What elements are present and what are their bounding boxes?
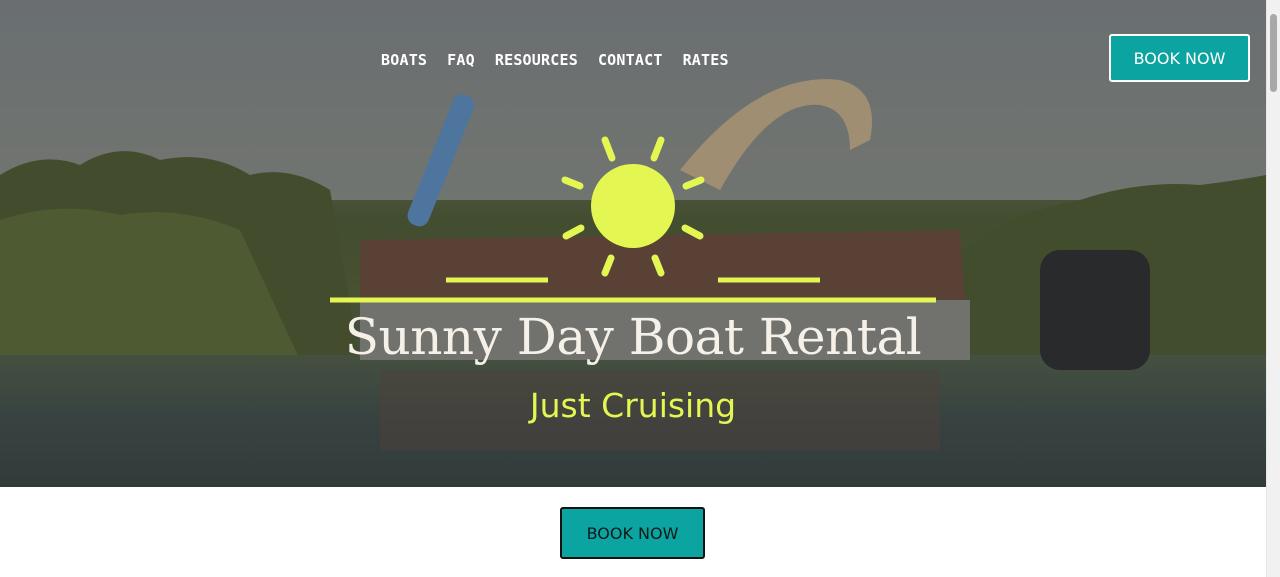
nav-item-resources[interactable]: RESOURCES xyxy=(495,51,578,69)
nav-item-boats[interactable]: BOATS xyxy=(381,51,427,69)
hero-title: Sunny Day Boat Rental xyxy=(344,308,922,366)
header-book-now-button[interactable]: BOOK NOW xyxy=(1109,34,1250,82)
page-scrollbar[interactable] xyxy=(1266,0,1280,577)
hero-section: Sunny Day Boat Rental Just Cruising BOAT… xyxy=(0,0,1266,487)
main-nav: BOATS FAQ RESOURCES CONTACT RATES xyxy=(381,51,729,69)
scrollbar-thumb[interactable] xyxy=(1270,14,1277,92)
nav-item-faq[interactable]: FAQ xyxy=(447,51,475,69)
nav-item-contact[interactable]: CONTACT xyxy=(598,51,663,69)
book-now-button[interactable]: BOOK NOW xyxy=(560,507,705,559)
hero-subtitle: Just Cruising xyxy=(529,386,737,425)
nav-item-rates[interactable]: RATES xyxy=(683,51,729,69)
